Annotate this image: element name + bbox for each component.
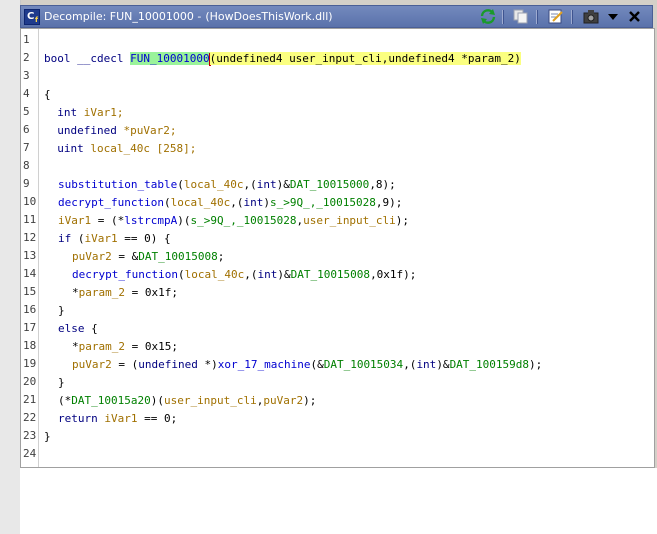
edit-icon (548, 9, 563, 24)
menu-dropdown-button[interactable] (604, 8, 622, 25)
title-file: (HowDoesThisWork.dll) (205, 10, 333, 23)
line-number: 14 (23, 267, 37, 280)
line-number: 12 (23, 231, 37, 244)
var-type: uint (57, 142, 84, 155)
code-line-17[interactable]: else { (58, 321, 98, 337)
var-decl: iVar1; (83, 106, 124, 119)
code-line-2[interactable]: bool __cdecl FUN_10001000(undefined4 use… (44, 51, 521, 67)
close-button[interactable] (626, 8, 644, 25)
copy-button[interactable] (512, 8, 530, 25)
empty-area (20, 468, 657, 534)
code-line-22[interactable]: return iVar1 == 0; (58, 411, 177, 427)
var-decl: local_40c [258]; (90, 142, 197, 155)
title-bar[interactable]: Cf Decompile: FUN_10001000 - (HowDoesThis… (20, 5, 653, 28)
decompiled-code-panel[interactable]: 1 2 3 4 5 6 7 8 9 10 11 12 13 14 15 16 17 18 19 20 21 22 23 24 … (20, 28, 655, 468)
code-line-5[interactable]: int iVar1; (44, 105, 124, 121)
code-line-13[interactable]: puVar2 = &DAT_10015008; (72, 249, 224, 265)
code-line-18[interactable]: *param_2 = 0x15; (72, 339, 178, 355)
code-line-4[interactable]: { (44, 87, 51, 103)
line-number: 8 (23, 159, 30, 172)
line-number: 16 (23, 303, 37, 316)
title-prefix: Decompile: FUN_10001000 - (44, 10, 202, 23)
function-name[interactable]: FUN_10001000 (130, 52, 210, 65)
code-line-23[interactable]: } (44, 429, 51, 445)
snapshot-icon (583, 10, 599, 24)
decompiler-window: Cf Decompile: FUN_10001000 - (HowDoesThis… (0, 0, 657, 534)
toolbar-separator (571, 10, 573, 24)
code-line-10[interactable]: decrypt_function(local_40c,(int)s_>9Q_,_… (58, 195, 402, 211)
code-line-16[interactable]: } (58, 303, 65, 319)
line-number: 20 (23, 375, 37, 388)
line-number: 15 (23, 285, 37, 298)
code-line-9[interactable]: substitution_table(local_40c,(int)&DAT_1… (58, 177, 396, 193)
line-number: 13 (23, 249, 37, 262)
toolbar-separator (502, 10, 504, 24)
line-number: 3 (23, 69, 30, 82)
edit-button[interactable] (547, 8, 565, 25)
dropdown-menu-icon (608, 14, 618, 20)
calling-convention: __cdecl (77, 52, 124, 65)
window-title: Decompile: FUN_10001000 - (HowDoesThisWor… (44, 10, 333, 23)
function-parameters[interactable]: (undefined4 user_input_cli,undefined4 *p… (209, 52, 521, 65)
code-line-14[interactable]: decrypt_function(local_40c,(int)&DAT_100… (72, 267, 416, 283)
close-icon (629, 11, 640, 22)
decompile-icon: Cf (24, 9, 40, 25)
code-line-6[interactable]: undefined *puVar2; (44, 123, 176, 139)
var-type: int (57, 106, 78, 119)
refresh-button[interactable] (479, 8, 497, 25)
line-number: 6 (23, 123, 30, 136)
copy-icon (513, 9, 528, 24)
code-line-15[interactable]: *param_2 = 0x1f; (72, 285, 178, 301)
line-number: 11 (23, 213, 37, 226)
code-line-21[interactable]: (*DAT_10015a20)(user_input_cli,puVar2); (58, 393, 316, 409)
var-type: undefined (57, 124, 117, 137)
line-number: 17 (23, 321, 37, 334)
line-number-gutter: 1 2 3 4 5 6 7 8 9 10 11 12 13 14 15 16 17 18 19 20 21 22 23 24 (21, 29, 39, 467)
line-number: 4 (23, 87, 30, 100)
toolbar-separator (536, 10, 538, 24)
code-line-20[interactable]: } (58, 375, 65, 391)
line-number: 10 (23, 195, 37, 208)
line-number: 21 (23, 393, 37, 406)
var-decl: *puVar2; (123, 124, 177, 137)
snapshot-button[interactable] (582, 8, 600, 25)
line-number: 19 (23, 357, 37, 370)
refresh-icon (480, 9, 496, 24)
line-number: 7 (23, 141, 30, 154)
code-line-12[interactable]: if (iVar1 == 0) { (58, 231, 171, 247)
line-number: 1 (23, 33, 30, 46)
line-number: 9 (23, 177, 30, 190)
line-number: 24 (23, 447, 37, 460)
line-number: 23 (23, 429, 37, 442)
line-number: 18 (23, 339, 37, 352)
code-line-11[interactable]: iVar1 = (*lstrcmpA)(s_>9Q_,_10015028,use… (58, 213, 409, 229)
left-dock-strip (0, 0, 21, 534)
line-number: 22 (23, 411, 37, 424)
code-line-19[interactable]: puVar2 = (undefined *)xor_17_machine(&DA… (72, 357, 542, 373)
code-line-7[interactable]: uint local_40c [258]; (44, 141, 196, 157)
return-type: bool (44, 52, 71, 65)
line-number: 2 (23, 51, 30, 64)
line-number: 5 (23, 105, 30, 118)
